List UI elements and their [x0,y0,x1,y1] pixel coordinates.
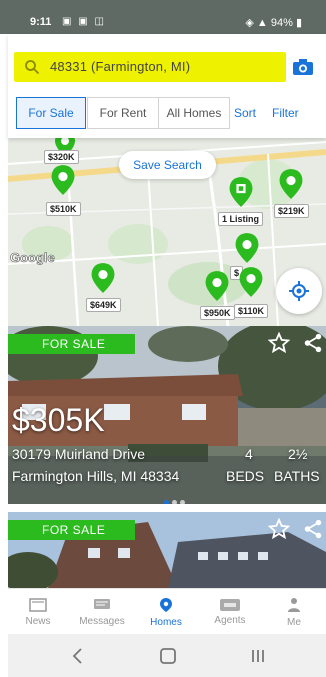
filter-bar: For Sale For Rent All Homes Sort Filter [14,97,320,131]
crosshair-icon [289,281,309,301]
pin-label[interactable]: $510K [46,202,81,216]
my-location-button[interactable] [276,268,322,314]
pin-label[interactable]: $950K [200,306,235,320]
baths-label: BATHS [274,468,320,484]
map-pin-cluster[interactable] [228,176,254,208]
map-pin[interactable] [238,266,264,298]
search-icon [25,60,40,75]
nav-label: Messages [79,615,125,627]
share-icon[interactable] [302,518,324,540]
pin-label[interactable]: $649K [86,298,121,312]
beds-label: BEDS [226,468,265,484]
news-icon [29,597,47,612]
status-bar: 9:11 ▣ ▣ ◫ ◈ ▲ 94% ▮ [0,0,326,34]
person-icon [288,597,300,612]
map-pin[interactable] [204,270,230,302]
pin-label[interactable]: $110K [234,304,269,318]
home-icon[interactable] [158,646,178,666]
nav-homes[interactable]: Homes [136,589,196,635]
notification-icons: ▣ ▣ ◫ [62,16,106,27]
listing-card[interactable]: FOR SALE [8,512,326,588]
pin-label[interactable]: 1 Listing [218,212,264,226]
bottom-navigation: News Messages Homes Agents Me [8,588,326,634]
nav-label: Me [287,616,301,628]
tab-for-rent[interactable]: For Rent [87,97,159,129]
listing-address: 30179 Muirland Drive [12,446,146,462]
map-pin[interactable] [50,164,76,196]
star-icon[interactable] [268,518,290,540]
tab-for-sale[interactable]: For Sale [16,97,86,129]
nav-messages[interactable]: Messages [72,589,132,635]
pro-badge-icon [220,598,240,611]
camera-icon[interactable] [292,58,314,76]
map-pin[interactable] [278,168,304,200]
save-search-button[interactable]: Save Search [119,151,216,179]
pin-label[interactable]: $219K [274,204,309,218]
tab-all-homes[interactable]: All Homes [158,97,230,129]
listing-city: Farmington Hills, MI 48334 [12,468,180,484]
pin-label[interactable]: $320K [44,150,79,164]
nav-me[interactable]: Me [264,589,324,635]
battery-icon: ▮ [295,17,302,29]
location-pin-icon [160,597,172,612]
beds-count: 4 [245,446,253,462]
star-icon[interactable] [268,332,290,354]
for-sale-badge: FOR SALE [8,334,135,354]
nav-label: News [25,615,51,627]
system-navigation-bar [8,634,326,677]
map-pin[interactable] [90,262,116,294]
search-input[interactable]: 48331 (Farmington, MI) [14,52,286,82]
status-time: 9:11 [30,16,52,28]
search-value: 48331 (Farmington, MI) [50,59,191,74]
sort-button[interactable]: Sort [234,106,256,120]
nav-label: Homes [150,616,182,628]
nav-news[interactable]: News [8,589,68,635]
google-logo: Google [10,250,55,266]
search-panel: 48331 (Farmington, MI) For Sale For Rent… [8,34,326,138]
listing-card[interactable]: FOR SALE $305K 30179 Muirland Drive Farm… [8,326,326,504]
map-pin[interactable] [234,232,260,264]
battery-level: 94% [270,17,293,29]
nav-agents[interactable]: Agents [200,589,260,635]
share-icon[interactable] [302,332,324,354]
photo-carousel-dots [164,492,188,504]
wifi-icon: ◈ ▲ [245,17,268,29]
nav-label: Agents [214,614,246,626]
baths-count: 2½ [288,446,308,462]
listing-price: $305K [12,402,105,438]
filter-button[interactable]: Filter [272,106,299,120]
for-sale-badge: FOR SALE [8,520,135,540]
back-icon[interactable] [68,646,88,666]
status-right: ◈ ▲ 94% ▮ [245,16,302,29]
recent-apps-icon[interactable] [248,646,268,666]
messages-icon [94,598,110,609]
